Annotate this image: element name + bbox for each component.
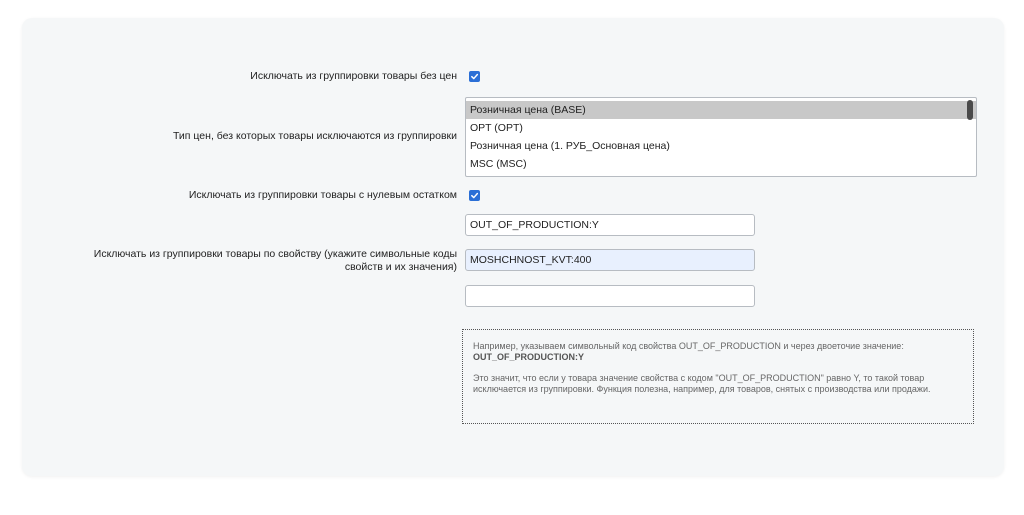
hint-example-paragraph: Например, указываем символьный код свойс… xyxy=(473,341,963,363)
exclude-zero-stock-checkbox[interactable] xyxy=(469,190,480,201)
exclude-by-property-label-line2: свойств и их значения) xyxy=(344,261,457,273)
check-icon xyxy=(471,192,479,199)
property-input-2[interactable] xyxy=(465,249,755,271)
price-type-option[interactable]: MSC (MSC) xyxy=(466,155,976,173)
price-type-option[interactable]: Розничная цена (BASE) xyxy=(466,101,976,119)
listbox-scrollbar[interactable] xyxy=(967,100,973,120)
exclude-by-property-label-line1: Исключать из группировки товары по свойс… xyxy=(93,248,457,260)
property-input-3[interactable] xyxy=(465,285,755,307)
price-type-option[interactable]: Розничная цена (1. РУБ_Основная цена) xyxy=(466,137,976,155)
exclude-by-property-label: Исключать из группировки товары по свойс… xyxy=(94,248,457,274)
hint-explanation: Это значит, что если у товара значение с… xyxy=(473,373,931,394)
price-types-label: Тип цен, без которых товары исключаются … xyxy=(172,130,457,142)
price-types-listbox[interactable]: Розничная цена (BASE) OPT (OPT) Рознична… xyxy=(465,97,977,177)
exclude-no-price-label: Исключать из группировки товары без цен xyxy=(250,70,457,82)
hint-example-code: OUT_OF_PRODUCTION:Y xyxy=(473,352,585,362)
hint-line1: Например, указываем символьный код свойс… xyxy=(473,341,904,351)
exclude-no-price-checkbox[interactable] xyxy=(469,71,480,82)
exclude-zero-stock-label: Исключать из группировки товары с нулевы… xyxy=(188,189,457,201)
check-icon xyxy=(471,73,479,80)
property-hint-box: Например, указываем символьный код свойс… xyxy=(462,329,974,424)
property-input-1[interactable] xyxy=(465,214,755,236)
price-type-option[interactable]: OPT (OPT) xyxy=(466,119,976,137)
